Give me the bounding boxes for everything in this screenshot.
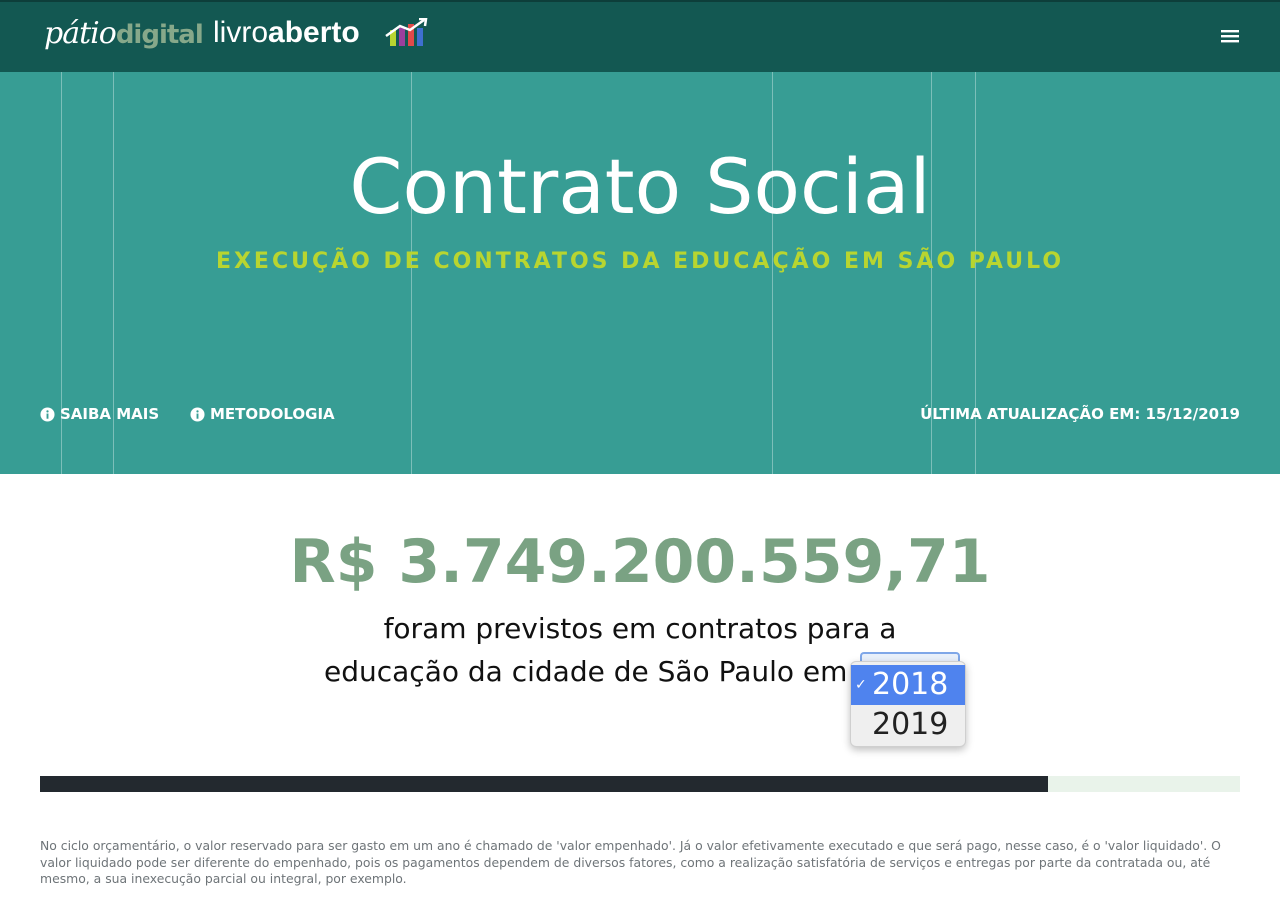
- page-subtitle: EXECUÇÃO DE CONTRATOS DA EDUCAÇÃO EM SÃO…: [215, 249, 1065, 274]
- bar-chart-arrow-icon: [385, 18, 428, 46]
- footnote-text: No ciclo orçamentário, o valor reservado…: [40, 838, 1221, 886]
- year-option-2019[interactable]: 2019: [851, 705, 965, 745]
- top-navbar: pátio digital livro aberto: [0, 0, 1280, 72]
- page-title: Contrato Social: [349, 142, 931, 231]
- year-option-2018[interactable]: ✓ 2018: [851, 665, 965, 705]
- livro-logo-text: livro: [213, 16, 269, 49]
- patio-digital-logo[interactable]: pátio digital: [44, 16, 204, 64]
- year-dropdown-list: ✓ 2018 2019: [850, 661, 966, 747]
- info-circle-icon: [190, 406, 205, 422]
- info-circle-icon: [40, 406, 55, 422]
- last-update-text: ÚLTIMA ATUALIZAÇÃO EM: 15/12/2019: [920, 405, 1240, 423]
- year-option-label: 2019: [872, 707, 949, 742]
- livro-aberto-logo[interactable]: livro aberto: [213, 16, 360, 50]
- total-amount: R$ 3.749.200.559,71: [289, 527, 991, 597]
- checkmark-icon: ✓: [855, 677, 867, 693]
- hamburger-menu-icon[interactable]: [1216, 24, 1244, 48]
- saiba-mais-link[interactable]: SAIBA MAIS: [40, 405, 159, 423]
- saiba-mais-label: SAIBA MAIS: [60, 405, 160, 423]
- aberto-logo-text: aberto: [268, 16, 360, 49]
- patio-logo-text: pátio: [44, 16, 117, 51]
- execution-progress-bar: [40, 776, 1240, 792]
- description-line-1: foram previstos em contratos para a: [383, 612, 897, 645]
- year-option-label: 2018: [872, 667, 949, 702]
- metodologia-label: METODOLOGIA: [210, 405, 335, 423]
- digital-logo-text: digital: [115, 20, 204, 50]
- description-line-2: educação da cidade de São Paulo em: [324, 655, 848, 688]
- execution-progress-fill: [40, 776, 1048, 792]
- metodologia-link[interactable]: METODOLOGIA: [190, 405, 335, 423]
- hero-banner: Contrato Social EXECUÇÃO DE CONTRATOS DA…: [0, 72, 1280, 474]
